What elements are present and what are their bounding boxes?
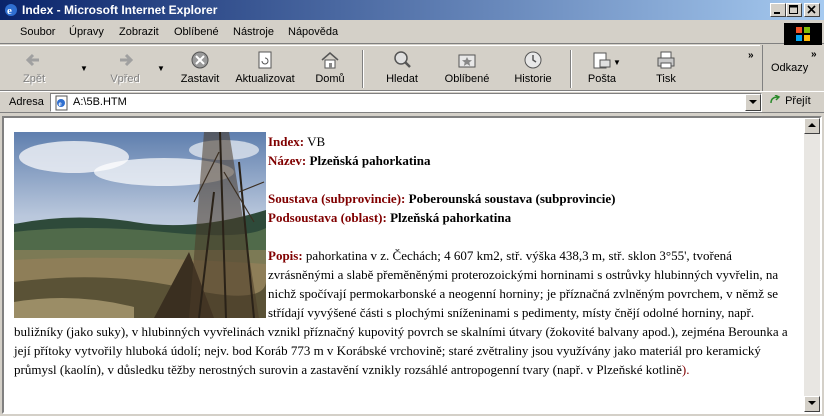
vertical-scrollbar[interactable] [804,118,820,412]
index-value: VB [307,134,326,149]
minimize-icon [774,12,780,14]
title-bar: e Index - Microsoft Internet Explorer [0,0,824,20]
browser-content: Index: VB Název: Plzeňská pahorkatina So… [2,116,822,414]
standard-toolbar: Zpět ▼ Vpřed ▼ Zastavit Aktualizovat Dom… [0,45,760,91]
subsystem-label: Podsoustava (oblast): [268,210,387,225]
favorites-folder-icon [458,54,476,68]
menu-oblibene[interactable]: Oblíbené [174,26,219,38]
windows-logo [784,23,822,45]
toolbar-overflow-chevron[interactable]: » [748,50,754,61]
page-icon: e [55,95,68,111]
print-button[interactable]: Tisk [648,49,684,89]
index-label: Index: [268,134,305,149]
forward-arrow-icon [120,53,134,67]
maximize-icon [789,5,798,14]
refresh-button[interactable]: Aktualizovat [232,49,298,89]
close-button[interactable] [804,3,820,17]
menu-zobrazit[interactable]: Zobrazit [119,26,159,38]
address-bar: Adresa e A:\5B.HTM Přejít [0,91,824,113]
back-arrow-icon [25,53,39,67]
landscape-image [14,132,266,318]
menu-nastroje[interactable]: Nástroje [233,26,274,38]
history-clock-icon [524,51,542,69]
system-value: Poberounská soustava (subprovincie) [408,191,616,206]
home-icon [321,52,339,69]
menu-soubor[interactable]: Soubor [20,26,55,38]
name-value: Plzeňská pahorkatina [309,153,431,168]
forward-button[interactable]: Vpřed [102,49,148,89]
chevron-down-icon [808,401,816,405]
history-button[interactable]: Historie [508,49,558,89]
mail-icon [593,52,611,69]
mail-button[interactable]: Pošta [584,49,620,89]
subsystem-value: Plzeňská pahorkatina [390,210,512,225]
search-button[interactable]: Hledat [380,49,424,89]
name-label: Název: [268,153,307,168]
back-button[interactable]: Zpět [14,49,54,89]
window-title: Index - Microsoft Internet Explorer [22,3,218,17]
links-label[interactable]: Odkazy [771,62,808,74]
menu-upravy[interactable]: Úpravy [69,26,104,38]
minimize-button[interactable] [770,3,786,17]
toolbar-separator [362,50,364,88]
links-overflow-chevron[interactable]: » [811,49,817,60]
ie-logo-icon: e [5,4,17,17]
home-button[interactable]: Domů [310,49,350,89]
windows-flag-icon [796,27,810,41]
links-toolbar: » Odkazy [762,45,824,91]
scroll-down-button[interactable] [804,396,820,412]
svg-text:e: e [59,100,62,108]
stop-button[interactable]: Zastavit [176,49,224,89]
chevron-up-icon [808,123,816,127]
chevron-down-icon [749,100,757,104]
forward-dropdown-icon[interactable]: ▼ [157,64,165,73]
printer-icon [657,51,675,69]
description-label: Popis: [268,248,303,263]
refresh-icon [258,51,272,69]
system-label: Soustava (subprovincie): [268,191,406,206]
landscape-photo [14,132,266,318]
favorites-button[interactable]: Oblíbené [440,49,494,89]
go-button[interactable]: Přejít [770,94,811,107]
toolbar-separator [570,50,572,88]
page-body: Index: VB Název: Plzeňská pahorkatina So… [4,118,804,412]
menu-napoveda[interactable]: Nápověda [288,26,338,38]
address-value: A:\5B.HTM [73,96,127,108]
description-tail: ). [681,362,690,377]
search-icon [394,51,411,68]
stop-icon [191,51,209,69]
svg-text:e: e [7,5,12,17]
close-icon [807,5,816,14]
address-dropdown-button[interactable] [745,94,761,111]
mail-dropdown-icon[interactable]: ▼ [613,58,621,67]
address-input[interactable]: e A:\5B.HTM [50,93,762,112]
back-dropdown-icon[interactable]: ▼ [80,64,88,73]
maximize-button[interactable] [786,3,802,17]
menu-bar: Soubor Úpravy Zobrazit Oblíbené Nástroje… [0,20,824,44]
go-arrow-icon [770,94,781,104]
address-label: Adresa [9,96,44,108]
scroll-up-button[interactable] [804,118,820,134]
